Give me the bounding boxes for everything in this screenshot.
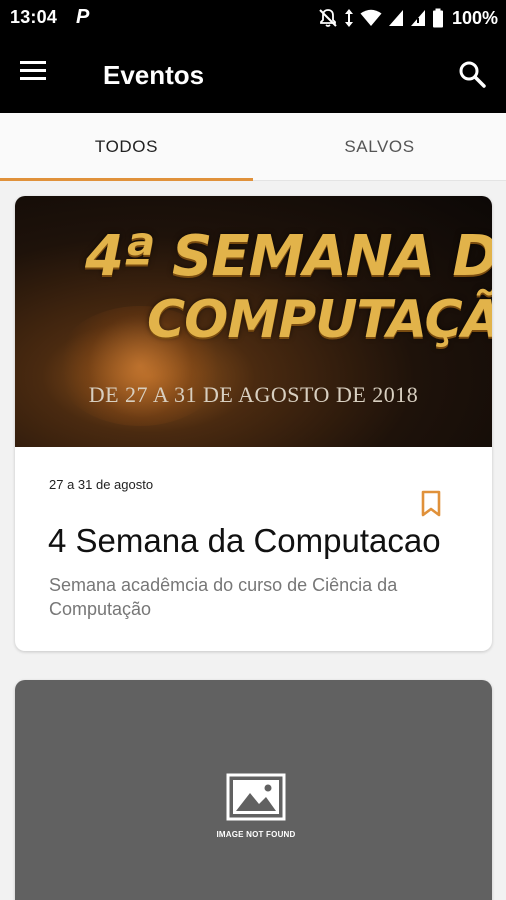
image-icon xyxy=(226,773,286,821)
hamburger-menu-icon[interactable] xyxy=(20,58,54,88)
battery-icon xyxy=(432,8,443,28)
event-banner-image: 4ª SEMANA DA COMPUTAÇÃO DE 27 A 31 DE AG… xyxy=(15,196,492,447)
status-bar: 13:04 P 100% xyxy=(0,0,506,36)
status-icons: 100% xyxy=(318,6,498,30)
wifi-icon xyxy=(360,9,382,26)
signal-icon xyxy=(410,10,425,26)
event-date: 27 a 31 de agosto xyxy=(49,477,154,492)
tab-bar: TODOS SALVOS xyxy=(0,113,506,181)
event-description: Semana acadêmcia do curso de Ciência da … xyxy=(49,575,398,619)
event-card[interactable]: 4ª SEMANA DA COMPUTAÇÃO DE 27 A 31 DE AG… xyxy=(15,196,492,651)
parking-app-icon: P xyxy=(76,6,90,28)
tab-todos[interactable]: TODOS xyxy=(0,113,253,181)
image-not-found-placeholder: IMAGE NOT FOUND xyxy=(211,773,301,839)
event-card[interactable]: IMAGE NOT FOUND xyxy=(15,680,492,900)
tab-indicator xyxy=(0,178,253,181)
signal-icon xyxy=(388,10,403,26)
bookmark-outline-icon[interactable] xyxy=(419,490,443,518)
image-not-found-label: IMAGE NOT FOUND xyxy=(216,830,296,839)
banner-heading-line1: 4ª SEMANA DA xyxy=(85,224,492,289)
banner-date: DE 27 A 31 DE AGOSTO DE 2018 xyxy=(88,382,419,407)
tab-salvos[interactable]: SALVOS xyxy=(253,113,506,181)
page-title: Eventos xyxy=(103,60,205,90)
notifications-off-icon xyxy=(319,9,337,27)
data-arrows-icon xyxy=(344,9,353,27)
status-time: 13:04 xyxy=(10,7,58,27)
battery-percentage: 100% xyxy=(451,7,498,28)
event-title: 4 Semana da Computacao xyxy=(48,522,441,559)
search-icon[interactable] xyxy=(456,58,488,90)
banner-heading-line2: COMPUTAÇÃO xyxy=(147,290,492,350)
app-bar: Eventos xyxy=(0,36,506,113)
